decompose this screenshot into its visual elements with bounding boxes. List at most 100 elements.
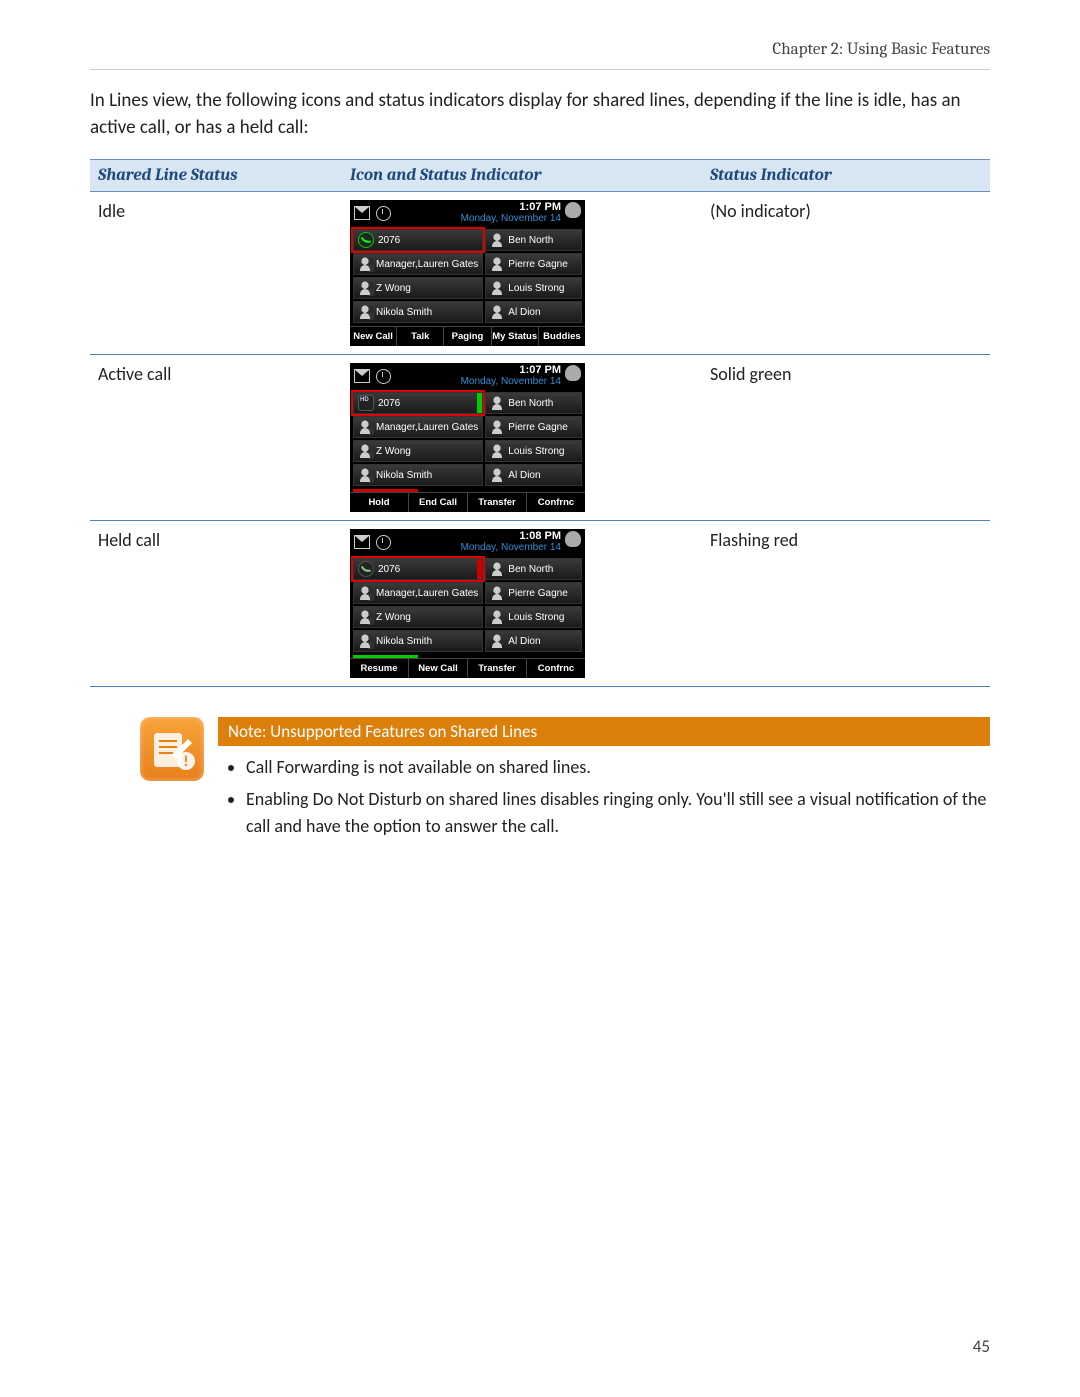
contact-icon xyxy=(358,610,372,624)
contact-icon xyxy=(358,281,372,295)
datetime: 1:07 PMMonday, November 14 xyxy=(397,202,561,224)
contact-label: Z Wong xyxy=(376,612,411,623)
envelope-icon xyxy=(354,369,370,383)
cell-indicator: Flashing red xyxy=(702,521,990,687)
line-key: Louis Strong xyxy=(485,440,582,462)
th-indicator: Status Indicator xyxy=(702,160,990,192)
contact-icon xyxy=(490,305,504,319)
line-key: Manager,Lauren Gates xyxy=(353,416,483,438)
line-key: Ben North xyxy=(485,229,582,251)
line-key-primary: 2076 xyxy=(353,229,483,251)
line-key: Nikola Smith xyxy=(353,630,483,652)
contact-label: Al Dion xyxy=(508,307,540,318)
date-label: Monday, November 14 xyxy=(397,377,561,388)
line-key: Nikola Smith xyxy=(353,301,483,323)
clock-icon xyxy=(376,369,391,384)
contact-label: Louis Strong xyxy=(508,446,564,457)
line-key-primary: 2076 xyxy=(353,392,483,414)
contact-icon xyxy=(490,233,504,247)
softkey: Paging xyxy=(444,327,491,346)
envelope-icon xyxy=(354,535,370,549)
contact-icon xyxy=(358,420,372,434)
contact-label: Manager,Lauren Gates xyxy=(376,259,478,270)
contact-label: Al Dion xyxy=(508,470,540,481)
status-bar: 1:07 PMMonday, November 14 xyxy=(350,200,585,226)
memo-alert-icon: ! xyxy=(148,725,196,773)
contact-label: Al Dion xyxy=(508,636,540,647)
softkey: Confrnc xyxy=(527,659,585,678)
line-key: Manager,Lauren Gates xyxy=(353,582,483,604)
contact-label: Nikola Smith xyxy=(376,636,432,647)
softkey: Talk xyxy=(397,327,444,346)
softkey: Buddies xyxy=(539,327,585,346)
cell-status: Idle xyxy=(90,192,342,355)
contact-label: Pierre Gagne xyxy=(508,259,567,270)
line-key: Al Dion xyxy=(485,464,582,486)
time-label: 1:07 PM xyxy=(397,202,561,214)
datetime: 1:08 PMMonday, November 14 xyxy=(397,531,561,553)
page-number: 45 xyxy=(973,1336,990,1357)
contact-icon xyxy=(358,257,372,271)
status-bar: 1:08 PMMonday, November 14 xyxy=(350,529,585,555)
cell-indicator: Solid green xyxy=(702,355,990,521)
phone-screenshot: 1:07 PMMonday, November 14 2076 Ben North… xyxy=(350,200,585,346)
th-icon: Icon and Status Indicator xyxy=(342,160,702,192)
status-bar: 1:07 PMMonday, November 14 xyxy=(350,363,585,389)
softkey: My Status xyxy=(492,327,539,346)
shared-line-status-table: Shared Line Status Icon and Status Indic… xyxy=(90,159,990,687)
cell-phone: 1:07 PMMonday, November 14 2076 Ben North… xyxy=(342,355,702,521)
contact-icon xyxy=(490,468,504,482)
note-block: ! Note: Unsupported Features on Shared L… xyxy=(140,717,990,844)
clock-icon xyxy=(376,206,391,221)
line-key: Pierre Gagne xyxy=(485,416,582,438)
contact-icon xyxy=(358,468,372,482)
line-grid: 2076 Ben North Manager,Lauren Gates Pierre … xyxy=(350,555,585,655)
contact-label: Manager,Lauren Gates xyxy=(376,422,478,433)
line-ext: 2076 xyxy=(378,398,400,409)
table-row: Active call 1:07 PMMonday, November 14 2… xyxy=(90,355,990,521)
line-key: Manager,Lauren Gates xyxy=(353,253,483,275)
note-icon: ! xyxy=(140,717,204,781)
contact-label: Louis Strong xyxy=(508,283,564,294)
contact-icon xyxy=(490,562,504,576)
line-key: Pierre Gagne xyxy=(485,253,582,275)
contact-icon xyxy=(490,257,504,271)
th-status: Shared Line Status xyxy=(90,160,342,192)
line-key: Al Dion xyxy=(485,630,582,652)
cell-phone: 1:08 PMMonday, November 14 2076 Ben North… xyxy=(342,521,702,687)
svg-text:!: ! xyxy=(184,753,189,771)
line-ext: 2076 xyxy=(378,564,400,575)
line-status-icon xyxy=(358,232,374,248)
softkey: Resume xyxy=(350,659,409,678)
line-status-icon xyxy=(358,561,374,577)
contact-label: Nikola Smith xyxy=(376,470,432,481)
date-label: Monday, November 14 xyxy=(397,543,561,554)
contact-icon xyxy=(358,634,372,648)
line-key: Louis Strong xyxy=(485,277,582,299)
contact-label: Z Wong xyxy=(376,446,411,457)
avatar-icon xyxy=(565,365,581,381)
avatar-icon xyxy=(565,531,581,547)
line-key: Z Wong xyxy=(353,606,483,628)
softkey-bar: HoldEnd CallTransferConfrnc xyxy=(350,492,585,512)
contact-icon xyxy=(490,396,504,410)
line-ext: 2076 xyxy=(378,235,400,246)
table-header-row: Shared Line Status Icon and Status Indic… xyxy=(90,160,990,192)
line-status-icon xyxy=(358,395,374,411)
softkey: Transfer xyxy=(468,493,527,512)
line-grid: 2076 Ben North Manager,Lauren Gates Pierre … xyxy=(350,226,585,326)
line-key: Nikola Smith xyxy=(353,464,483,486)
contact-label: Ben North xyxy=(508,398,553,409)
note-list: Call Forwarding is not available on shar… xyxy=(218,754,990,838)
line-key: Z Wong xyxy=(353,440,483,462)
contact-label: Ben North xyxy=(508,564,553,575)
contact-label: Pierre Gagne xyxy=(508,588,567,599)
line-key: Al Dion xyxy=(485,301,582,323)
line-key-primary: 2076 xyxy=(353,558,483,580)
contact-label: Pierre Gagne xyxy=(508,422,567,433)
cell-phone: 1:07 PMMonday, November 14 2076 Ben North… xyxy=(342,192,702,355)
note-item: Call Forwarding is not available on shar… xyxy=(246,754,990,780)
cell-status: Active call xyxy=(90,355,342,521)
clock-icon xyxy=(376,535,391,550)
note-title: Note: Unsupported Features on Shared Lin… xyxy=(218,717,990,746)
